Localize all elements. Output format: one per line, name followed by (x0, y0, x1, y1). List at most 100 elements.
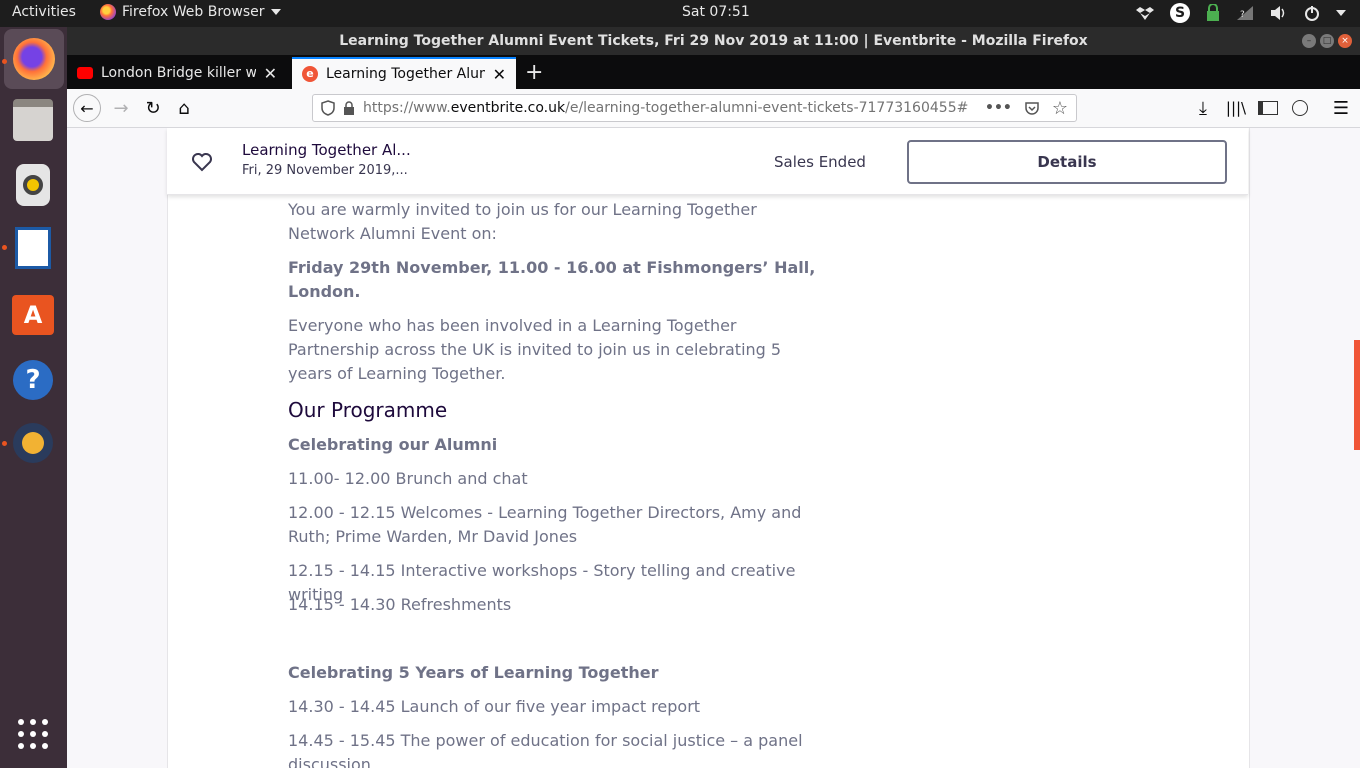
close-window-button[interactable]: × (1338, 34, 1352, 48)
tab-strip: London Bridge killer was ✕ e Learning To… (67, 55, 1360, 89)
hamburger-icon: ☰ (1332, 97, 1350, 119)
running-indicator (2, 245, 7, 250)
programme-heading-block: Our Programme (288, 397, 828, 423)
downloads-button[interactable]: ⤓ (1189, 95, 1217, 121)
event-description: You are warmly invited to join us for ou… (288, 198, 828, 246)
tab-label: Learning Together Alumni (326, 66, 485, 82)
maximize-button[interactable]: □ (1320, 34, 1334, 48)
everyone-paragraph: Everyone who has been involved in a Lear… (288, 314, 828, 386)
volume-icon[interactable] (1270, 5, 1288, 21)
power-icon[interactable] (1304, 5, 1320, 21)
page-actions-icon[interactable]: ••• (985, 100, 1012, 116)
dock-rhythmbox[interactable] (10, 162, 56, 208)
url-text[interactable]: https://www.eventbrite.co.uk/e/learning-… (363, 100, 968, 116)
app-menu-label: Firefox Web Browser (122, 4, 265, 20)
programme-item: 14.30 - 14.45 Launch of our five year im… (288, 697, 701, 716)
section2-heading: Celebrating 5 Years of Learning Together (288, 663, 659, 682)
running-indicator (2, 59, 7, 64)
heart-icon[interactable] (191, 152, 213, 172)
event-date: Fri, 29 November 2019,... (242, 163, 408, 178)
programme-item: 11.00- 12.00 Brunch and chat (288, 469, 528, 488)
help-icon: ? (13, 360, 53, 400)
tab-eventbrite[interactable]: e Learning Together Alumni ✕ (292, 57, 516, 89)
account-icon (1292, 100, 1308, 116)
software-center-icon: A (12, 295, 54, 335)
show-applications-button[interactable] (10, 711, 56, 757)
rhythmbox-icon (16, 164, 50, 206)
network-icon[interactable]: ? (1236, 5, 1254, 21)
activities-button[interactable]: Activities (12, 4, 76, 20)
programme-item: 14.15 - 14.30 Refreshments (288, 595, 512, 614)
bookmark-star-icon[interactable]: ☆ (1052, 98, 1068, 119)
grid-icon (18, 719, 48, 749)
programme-item: 14.45 - 15.45 The power of education for… (288, 731, 803, 768)
skype-icon[interactable]: S (1170, 3, 1190, 23)
sticky-event-header: Learning Together Al... Fri, 29 November… (167, 128, 1248, 195)
reload-button[interactable]: ↻ (139, 95, 167, 121)
section1-heading-block: Celebrating our Alumni (288, 433, 828, 457)
details-button[interactable]: Details (907, 140, 1227, 184)
dock-app[interactable] (10, 420, 56, 466)
dropbox-icon[interactable] (1136, 5, 1154, 21)
event-when-text: Friday 29th November, 11.00 - 16.00 at F… (288, 258, 816, 301)
sidebar-icon (1258, 101, 1278, 115)
shield-icon[interactable] (321, 100, 335, 116)
arrow-right-icon: → (113, 97, 129, 119)
eventbrite-icon: e (302, 66, 318, 82)
list-item: 12.00 - 12.15 Welcomes - Learning Togeth… (288, 501, 833, 549)
account-button[interactable] (1286, 95, 1314, 121)
new-tab-button[interactable]: + (525, 60, 543, 85)
tab-label: London Bridge killer was (101, 65, 256, 81)
chevron-down-icon[interactable] (1336, 10, 1346, 16)
dock-help[interactable]: ? (10, 357, 56, 403)
section2-heading-block: Celebrating 5 Years of Learning Together (288, 661, 828, 685)
lock-icon[interactable] (343, 101, 355, 115)
arrow-left-icon: ← (73, 94, 101, 122)
close-tab-icon[interactable]: ✕ (493, 65, 506, 84)
dock-firefox[interactable] (4, 29, 64, 89)
home-icon: ⌂ (178, 97, 190, 119)
window-controls: – □ × (1302, 34, 1352, 48)
youtube-icon (77, 67, 93, 79)
system-tray[interactable]: S ? (1136, 3, 1346, 23)
firefox-icon (13, 38, 55, 80)
firefox-icon (100, 4, 116, 20)
back-button[interactable]: ← (73, 94, 101, 122)
web-page: You are warmly invited to join us for ou… (67, 128, 1360, 768)
app-menu[interactable]: Firefox Web Browser (100, 4, 281, 20)
menu-button[interactable]: ☰ (1327, 95, 1355, 121)
list-item: 11.00- 12.00 Brunch and chat (288, 467, 828, 491)
dock-software[interactable]: A (10, 292, 56, 338)
url-bar[interactable]: https://www.eventbrite.co.uk/e/learning-… (312, 94, 1077, 122)
dock: A ? (0, 27, 67, 768)
lock-icon[interactable] (1206, 4, 1220, 22)
chevron-down-icon (270, 9, 281, 15)
dock-writer[interactable] (10, 225, 56, 271)
dock-files[interactable] (10, 97, 56, 143)
download-icon: ⤓ (1199, 97, 1207, 119)
home-button[interactable]: ⌂ (170, 95, 198, 121)
event-when: Friday 29th November, 11.00 - 16.00 at F… (288, 256, 828, 304)
everyone-text: Everyone who has been involved in a Lear… (288, 316, 782, 383)
window-title-bar: Learning Together Alumni Event Tickets, … (67, 27, 1360, 55)
svg-text:?: ? (1240, 10, 1245, 20)
close-tab-icon[interactable]: ✕ (264, 64, 277, 83)
programme-item: 12.00 - 12.15 Welcomes - Learning Togeth… (288, 503, 802, 546)
clock[interactable]: Sat 07:51 (682, 4, 750, 20)
tab-youtube[interactable]: London Bridge killer was ✕ (67, 57, 287, 89)
forward-button[interactable]: → (107, 95, 135, 121)
system-top-bar: Activities Firefox Web Browser Sat 07:51… (0, 0, 1360, 27)
minimize-button[interactable]: – (1302, 34, 1316, 48)
library-icon: |||\ (1225, 99, 1247, 117)
window-title: Learning Together Alumni Event Tickets, … (339, 33, 1088, 49)
navigation-toolbar: ← → ↻ ⌂ https://www.eventbrite.co.uk/e/l… (67, 89, 1360, 128)
files-icon (13, 99, 53, 141)
list-item: 14.30 - 14.45 Launch of our five year im… (288, 695, 828, 719)
list-item: 14.15 - 14.30 Refreshments (288, 593, 828, 617)
sidebar-button[interactable] (1254, 95, 1282, 121)
programme-heading: Our Programme (288, 398, 448, 422)
list-item: 14.45 - 15.45 The power of education for… (288, 729, 828, 768)
scrollbar-thumb[interactable] (1354, 340, 1360, 450)
pocket-icon[interactable] (1024, 100, 1040, 116)
library-button[interactable]: |||\ (1222, 95, 1250, 121)
